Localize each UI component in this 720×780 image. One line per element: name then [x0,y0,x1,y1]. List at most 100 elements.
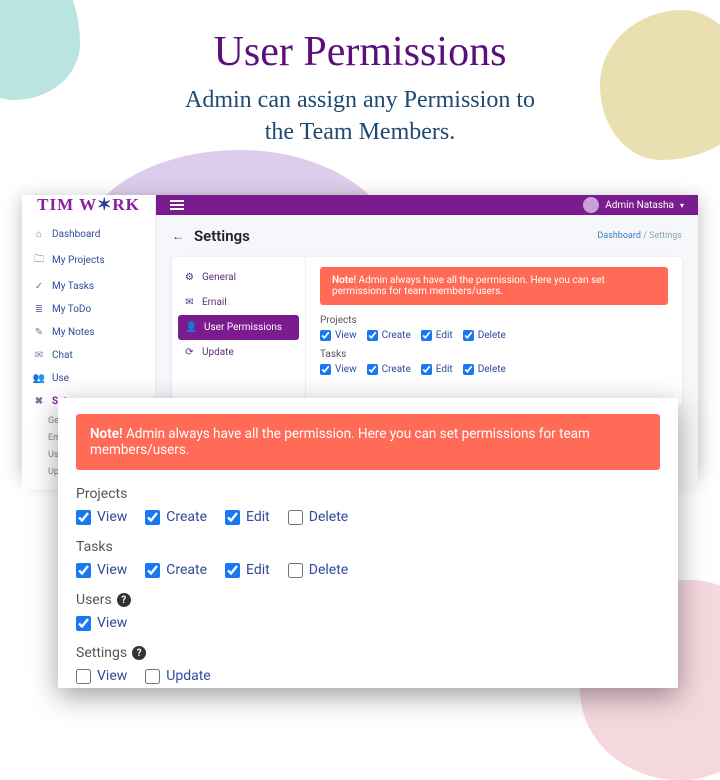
permission-checkbox[interactable]: Delete [463,330,506,341]
permissions-zoom-panel: Note! Admin always have all the permissi… [58,398,678,688]
avatar [583,197,599,213]
settings-tab[interactable]: ⚙ General [172,265,305,290]
checkbox-input[interactable] [421,364,432,375]
permission-checkbox[interactable]: Create [145,562,207,578]
info-alert: Note! Admin always have all the permissi… [320,267,668,305]
sidebar-icon: ✓ [34,281,44,292]
user-name: Admin Natasha [605,200,674,211]
sidebar-icon: 🗀 [34,252,44,269]
sidebar-item[interactable]: ⌂ Dashboard [22,223,155,246]
permission-group-title: Tasks [76,539,660,555]
checkbox-input[interactable] [463,330,474,341]
settings-tabs: ⚙ General ✉Email👤User Permissions ⟳ Update [172,257,306,407]
checkbox-input[interactable] [421,330,432,341]
checkbox-label: Edit [246,509,270,525]
checkbox-label: Create [382,364,411,375]
checkbox-label: Create [166,509,207,525]
tab-label: General [202,272,236,283]
checkbox-input[interactable] [145,563,160,578]
checkbox-input[interactable] [320,364,331,375]
sidebar-item[interactable]: ✓My Tasks [22,275,155,298]
sidebar-item[interactable]: 👥Use [22,367,155,390]
tab-icon: 👤 [186,322,197,333]
settings-tab[interactable]: ✉Email [172,290,305,315]
permission-group-title: Users? [76,592,660,608]
permission-checkbox[interactable]: Edit [225,509,270,525]
help-icon[interactable]: ? [117,593,131,607]
checkbox-input[interactable] [225,510,240,525]
checkbox-label: Create [382,330,411,341]
checkbox-input[interactable] [145,669,160,684]
checkbox-input[interactable] [320,330,331,341]
tab-icon: ⟳ [184,347,195,358]
chevron-down-icon: ▾ [680,201,684,210]
checkbox-label: Edit [436,364,453,375]
settings-tab[interactable]: ⟳ Update [172,340,305,365]
back-arrow-icon[interactable]: ← [172,229,184,243]
checkbox-input[interactable] [145,510,160,525]
sidebar-icon: ✉ [34,350,44,361]
tab-icon: ⚙ [184,272,195,283]
checkbox-input[interactable] [367,330,378,341]
hero-title: User Permissions [0,28,720,76]
user-menu[interactable]: Admin Natasha ▾ [583,197,684,213]
permission-checkbox[interactable]: Delete [288,509,348,525]
checkbox-label: View [97,562,127,578]
checkbox-input[interactable] [225,563,240,578]
sidebar-item[interactable]: ✉ Chat [22,344,155,367]
checkbox-input[interactable] [76,616,91,631]
checkbox-input[interactable] [463,364,474,375]
tab-label: Update [202,347,234,358]
settings-tab[interactable]: 👤User Permissions [178,315,299,340]
permission-checkbox[interactable]: View [76,615,127,631]
sidebar-item[interactable]: 🗀My Projects [22,246,155,275]
permission-group-title: Projects [76,486,660,502]
page-title: Settings [194,227,250,245]
permission-checkbox[interactable]: Create [145,509,207,525]
checkbox-input[interactable] [76,669,91,684]
permission-checkbox[interactable]: View [76,668,127,684]
permission-checkbox[interactable]: Edit [421,364,453,375]
checkbox-label: Delete [478,364,506,375]
permission-checkbox[interactable]: Edit [421,330,453,341]
checkbox-label: View [335,330,357,341]
sidebar-icon: ⌂ [34,229,44,240]
permission-checkbox[interactable]: View [320,330,357,341]
checkbox-input[interactable] [76,510,91,525]
info-alert: Note! Admin always have all the permissi… [76,414,660,470]
checkbox-input[interactable] [288,510,303,525]
permission-checkbox[interactable]: View [76,562,127,578]
permission-checkbox[interactable]: Create [367,364,411,375]
sidebar-item-label: My ToDo [52,304,91,315]
checkbox-label: Update [166,668,210,684]
permission-checkbox[interactable]: Create [367,330,411,341]
sidebar-icon: ✎ [34,327,44,338]
sidebar-item-label: Chat [52,350,73,361]
logo: TIM W✶RK [22,195,156,215]
sidebar-item[interactable]: ≣ My ToDo [22,298,155,321]
breadcrumb-link[interactable]: Dashboard [597,231,641,241]
permission-group-title: Projects [320,315,668,326]
sidebar-item-label: Dashboard [52,229,100,240]
tab-icon: ✉ [184,297,195,308]
checkbox-label: Delete [309,509,348,525]
checkbox-label: View [97,668,127,684]
sidebar-item[interactable]: ✎My Notes [22,321,155,344]
checkbox-input[interactable] [288,563,303,578]
checkbox-label: Edit [246,562,270,578]
permission-checkbox[interactable]: Delete [288,562,348,578]
permission-group-title: Tasks [320,349,668,360]
permission-checkbox[interactable]: Edit [225,562,270,578]
permission-checkbox[interactable]: View [76,509,127,525]
permission-checkbox[interactable]: Delete [463,364,506,375]
sidebar-icon: ≣ [34,304,44,315]
checkbox-input[interactable] [367,364,378,375]
breadcrumb: Dashboard / Settings [597,231,682,241]
checkbox-input[interactable] [76,563,91,578]
permission-checkbox[interactable]: View [320,364,357,375]
checkbox-label: View [97,509,127,525]
sidebar-item-label: Use [52,373,69,384]
permission-checkbox[interactable]: Update [145,668,210,684]
hamburger-icon[interactable] [170,200,184,210]
help-icon[interactable]: ? [132,646,146,660]
